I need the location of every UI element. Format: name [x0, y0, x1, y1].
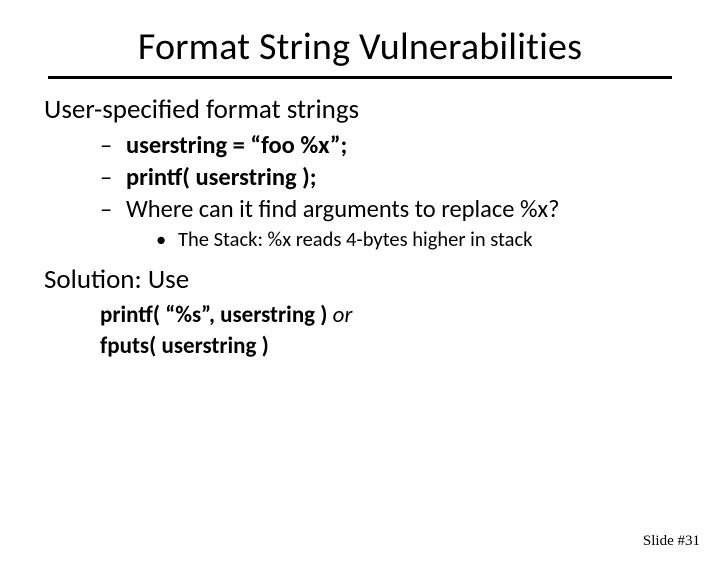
bullet-icon: •	[156, 226, 170, 254]
code-or: or	[333, 301, 353, 329]
sub-bullet-text: The Stack: %x reads 4-bytes higher in st…	[178, 226, 532, 254]
code-block: printf( “%s”, userstring ) or fputs( use…	[100, 300, 676, 362]
section-heading-2: Solution: Use	[44, 263, 676, 296]
dash-icon: –	[100, 130, 118, 162]
slide-body: User-specified format strings – userstri…	[44, 93, 676, 362]
bullet-text: Where can it find arguments to replace %…	[126, 194, 559, 226]
code-line: printf( “%s”, userstring ) or	[100, 300, 676, 331]
bullet-item: – userstring = “foo %x”;	[100, 130, 676, 162]
code-text: printf( “%s”, userstring )	[100, 301, 333, 329]
bullet-item: – printf( userstring );	[100, 162, 676, 194]
section-heading-1: User-specified format strings	[44, 93, 676, 126]
sub-bullet-list: • The Stack: %x reads 4-bytes higher in …	[156, 226, 676, 254]
bullet-text: printf( userstring );	[126, 162, 317, 194]
slide: Format String Vulnerabilities User-speci…	[0, 24, 720, 564]
slide-number: Slide #31	[643, 533, 700, 550]
title-divider	[48, 76, 672, 79]
code-line: fputs( userstring )	[100, 331, 676, 362]
dash-icon: –	[100, 162, 118, 194]
dash-icon: –	[100, 194, 118, 226]
bullet-list-1: – userstring = “foo %x”; – printf( users…	[100, 130, 676, 226]
slide-title: Format String Vulnerabilities	[40, 24, 680, 70]
bullet-item: – Where can it find arguments to replace…	[100, 194, 676, 226]
bullet-text: userstring = “foo %x”;	[126, 130, 347, 162]
sub-bullet-item: • The Stack: %x reads 4-bytes higher in …	[156, 226, 676, 254]
